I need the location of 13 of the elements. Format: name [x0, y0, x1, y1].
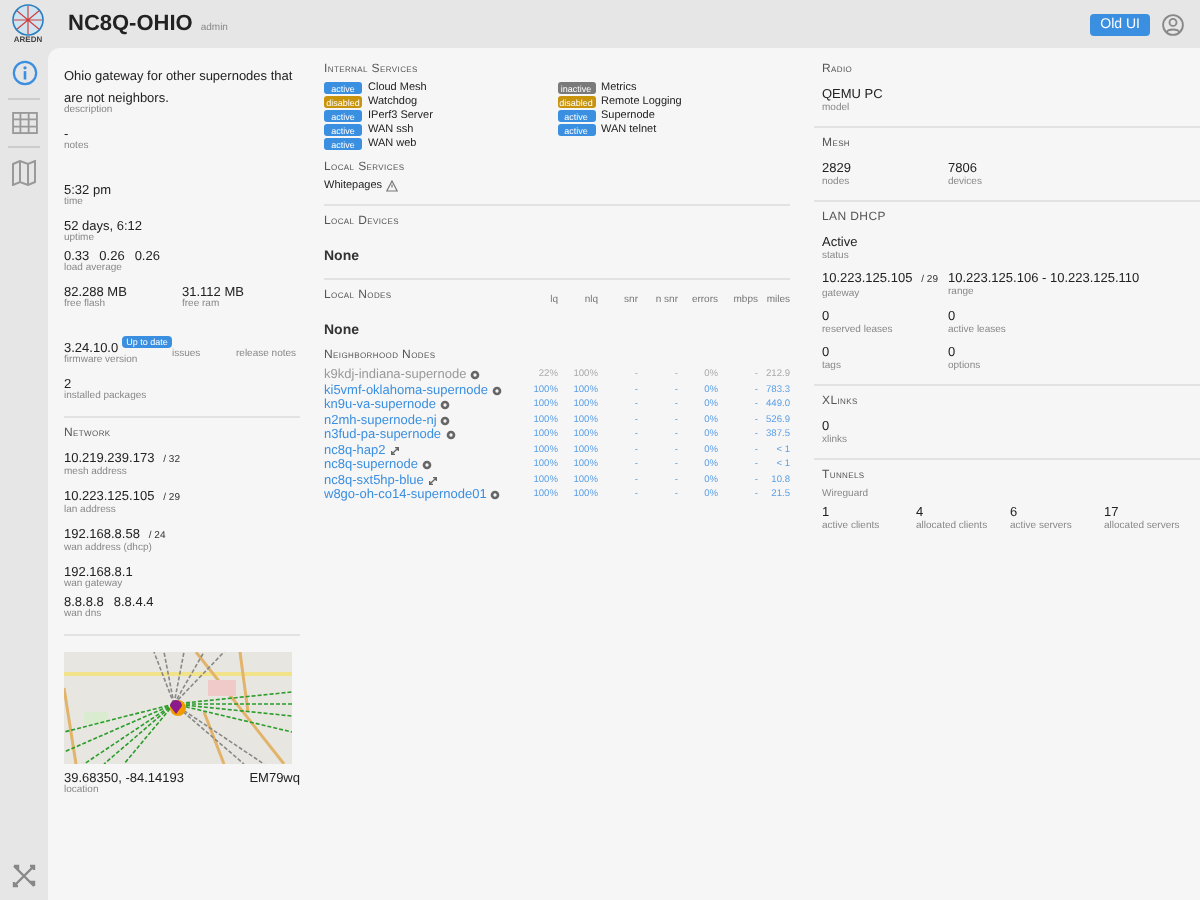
node-title: NC8Q-OHIO	[68, 12, 193, 36]
link-icon	[427, 475, 438, 486]
link-icon	[389, 445, 400, 456]
table-icon[interactable]	[11, 112, 37, 134]
logo-icon	[10, 4, 46, 36]
supernode-icon	[490, 490, 501, 501]
info-icon[interactable]	[11, 60, 37, 86]
user-icon[interactable]	[1162, 13, 1184, 35]
map-icon[interactable]	[12, 160, 36, 186]
warning-icon	[386, 180, 399, 192]
map-drawing[interactable]	[64, 651, 292, 763]
supernode-icon	[421, 460, 432, 471]
tools-icon[interactable]	[12, 864, 36, 888]
